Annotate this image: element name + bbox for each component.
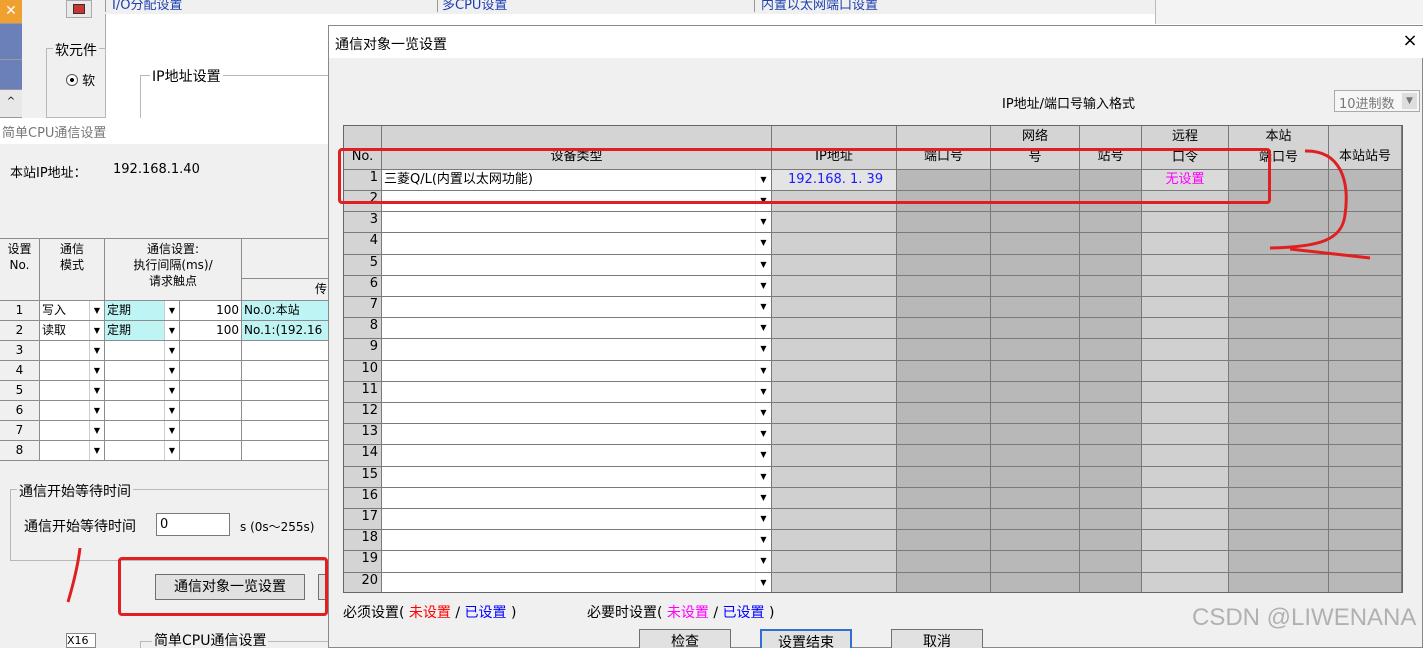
watermark: CSDN @LIWENANA [1192, 604, 1417, 631]
red-annotation-marks [66, 149, 1371, 603]
